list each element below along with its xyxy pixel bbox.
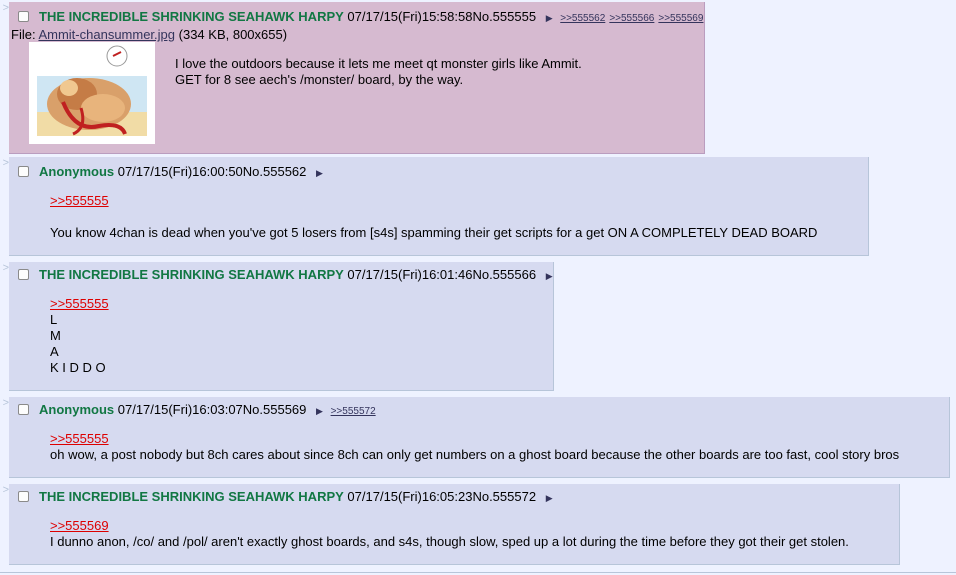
quote-link[interactable]: >>555569 bbox=[50, 518, 849, 534]
post-number[interactable]: No.555555 bbox=[472, 9, 536, 24]
message-line: I love the outdoors because it lets me m… bbox=[175, 56, 582, 71]
post-555562: Anonymous 07/17/15(Fri)16:00:50No.555562… bbox=[9, 157, 869, 256]
post-555569: Anonymous 07/17/15(Fri)16:03:07No.555569… bbox=[9, 397, 950, 478]
message-line: A bbox=[50, 344, 59, 359]
post-message: >>555555 L M A K I D D O bbox=[50, 296, 109, 376]
post-message: >>555555 You know 4chan is dead when you… bbox=[50, 193, 817, 241]
post-datetime: 07/17/15(Fri)16:00:50 bbox=[117, 164, 243, 179]
post-menu-icon[interactable]: ▶ bbox=[546, 493, 553, 503]
post-info: Anonymous 07/17/15(Fri)16:00:50No.555562… bbox=[18, 164, 323, 179]
file-info-line: File: Ammit-chansummer.jpg (334 KB, 800x… bbox=[11, 27, 287, 42]
file-label: File: bbox=[11, 27, 36, 42]
post-checkbox[interactable] bbox=[18, 269, 29, 280]
page-divider bbox=[0, 572, 956, 573]
poster-name: Anonymous bbox=[39, 164, 115, 179]
post-number[interactable]: No.555562 bbox=[243, 164, 307, 179]
message-line: oh wow, a post nobody but 8ch cares abou… bbox=[50, 447, 900, 462]
post-menu-icon[interactable]: ▶ bbox=[316, 168, 323, 178]
post-datetime: 07/17/15(Fri)15:58:58 bbox=[347, 9, 473, 24]
backlink[interactable]: >>555572 bbox=[331, 406, 376, 417]
post-info: THE INCREDIBLE SHRINKING SEAHAWK HARPY 0… bbox=[18, 9, 703, 24]
reply-arrow: > bbox=[2, 484, 9, 496]
post-number[interactable]: No.555569 bbox=[243, 402, 307, 417]
post-555566: THE INCREDIBLE SHRINKING SEAHAWK HARPY 0… bbox=[9, 262, 554, 391]
message-line: I dunno anon, /co/ and /pol/ aren't exac… bbox=[50, 534, 849, 549]
post-info: THE INCREDIBLE SHRINKING SEAHAWK HARPY 0… bbox=[18, 489, 553, 504]
message-line: L bbox=[50, 312, 58, 327]
poster-name: THE INCREDIBLE SHRINKING SEAHAWK HARPY bbox=[39, 9, 344, 24]
post-info: Anonymous 07/17/15(Fri)16:03:07No.555569… bbox=[18, 402, 376, 417]
post-checkbox[interactable] bbox=[18, 491, 29, 502]
post-checkbox[interactable] bbox=[18, 404, 29, 415]
thumbnail-image bbox=[29, 42, 155, 144]
post-menu-icon[interactable]: ▶ bbox=[546, 271, 553, 281]
poster-name: THE INCREDIBLE SHRINKING SEAHAWK HARPY bbox=[39, 489, 344, 504]
post-info: THE INCREDIBLE SHRINKING SEAHAWK HARPY 0… bbox=[18, 267, 553, 282]
file-meta: (334 KB, 800x655) bbox=[178, 27, 288, 42]
quote-link[interactable]: >>555555 bbox=[50, 431, 899, 447]
poster-name: Anonymous bbox=[39, 402, 115, 417]
backlink[interactable]: >>555562 bbox=[560, 13, 605, 24]
post-checkbox[interactable] bbox=[18, 166, 29, 177]
post-menu-icon[interactable]: ▶ bbox=[316, 406, 323, 416]
reply-arrow: > bbox=[2, 397, 9, 409]
post-message: >>555569 I dunno anon, /co/ and /pol/ ar… bbox=[50, 518, 849, 550]
post-message: >>555555 oh wow, a post nobody but 8ch c… bbox=[50, 431, 899, 463]
reply-arrow: > bbox=[2, 2, 9, 14]
post-menu-icon[interactable]: ▶ bbox=[546, 13, 553, 23]
backlink[interactable]: >>555569 bbox=[658, 13, 703, 24]
file-link[interactable]: Ammit-chansummer.jpg bbox=[38, 27, 175, 42]
message-line: M bbox=[50, 328, 61, 343]
post-checkbox[interactable] bbox=[18, 11, 29, 22]
post-555555: THE INCREDIBLE SHRINKING SEAHAWK HARPY 0… bbox=[9, 2, 705, 154]
post-thumbnail[interactable] bbox=[29, 42, 155, 144]
reply-arrow: > bbox=[2, 262, 9, 274]
message-line: You know 4chan is dead when you've got 5… bbox=[50, 225, 818, 240]
quote-link[interactable]: >>555555 bbox=[50, 193, 817, 209]
post-datetime: 07/17/15(Fri)16:05:23 bbox=[347, 489, 473, 504]
post-datetime: 07/17/15(Fri)16:03:07 bbox=[117, 402, 243, 417]
message-line: GET for 8 see aech's /monster/ board, by… bbox=[175, 72, 464, 87]
reply-arrow: > bbox=[2, 157, 9, 169]
post-datetime: 07/17/15(Fri)16:01:46 bbox=[347, 267, 473, 282]
post-number[interactable]: No.555566 bbox=[472, 267, 536, 282]
backlink[interactable]: >>555566 bbox=[609, 13, 654, 24]
quote-link[interactable]: >>555555 bbox=[50, 296, 109, 312]
poster-name: THE INCREDIBLE SHRINKING SEAHAWK HARPY bbox=[39, 267, 344, 282]
message-line: K I D D O bbox=[50, 360, 106, 375]
post-number[interactable]: No.555572 bbox=[472, 489, 536, 504]
post-555572: THE INCREDIBLE SHRINKING SEAHAWK HARPY 0… bbox=[9, 484, 900, 565]
post-message: I love the outdoors because it lets me m… bbox=[175, 56, 582, 88]
